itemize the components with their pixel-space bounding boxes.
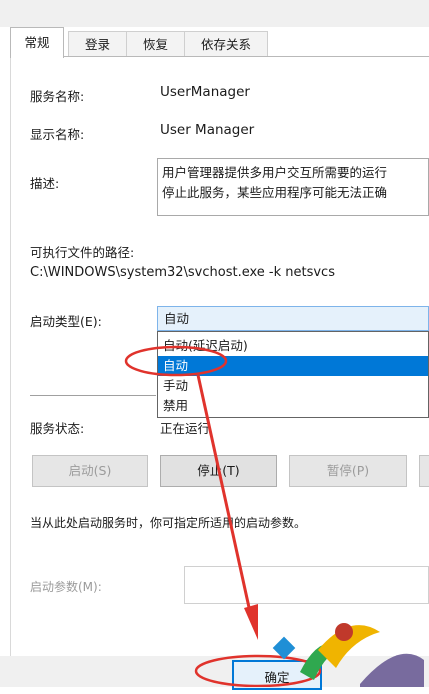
startup-option-auto-delayed[interactable]: 自动(延迟启动) [158,336,428,356]
tab-recovery[interactable]: 恢复 [126,31,185,57]
display-name-value: User Manager [160,122,255,138]
tab-dependencies[interactable]: 依存关系 [184,31,268,57]
description-line-2: 停止此服务，某些应用程序可能无法正确 [162,185,388,200]
startup-type-select[interactable]: 自动 [157,306,429,331]
pause-button[interactable]: 暂停(P) [289,455,407,487]
start-params-hint: 当从此处启动服务时，你可指定所适用的启动参数。 [30,516,307,530]
service-status-label: 服务状态: [30,421,85,436]
tab-general[interactable]: 常规 [10,27,64,58]
stop-button[interactable]: 停止(T) [160,455,277,487]
ok-button-label: 确定 [264,670,290,685]
tab-login[interactable]: 登录 [68,31,127,57]
exe-path-value: C:\WINDOWS\system32\svchost.exe -k netsv… [30,265,335,280]
display-name-label: 显示名称: [30,127,85,142]
dialog-footer [0,656,429,687]
exe-path-label: 可执行文件的路径: [30,245,135,260]
startup-type-dropdown-list: 自动(延迟启动) 自动 手动 禁用 [157,331,429,418]
service-status-value: 正在运行 [160,421,211,436]
start-params-label: 启动参数(M): [30,580,102,594]
service-name-label: 服务名称: [30,89,85,104]
startup-option-manual[interactable]: 手动 [158,376,428,396]
ok-button[interactable]: 确定 [232,660,322,690]
start-params-input[interactable] [184,566,429,604]
service-name-value: UserManager [160,84,250,100]
startup-option-disabled[interactable]: 禁用 [158,396,428,416]
start-button[interactable]: 启动(S) [32,455,148,487]
description-line-1: 用户管理器提供多用户交互所需要的运行 [162,165,388,180]
startup-type-label: 启动类型(E): [30,314,102,329]
description-textbox[interactable]: 用户管理器提供多用户交互所需要的运行 停止此服务，某些应用程序可能无法正确 [157,158,429,216]
startup-option-auto[interactable]: 自动 [158,356,428,376]
title-bar-strip [0,0,429,27]
description-label: 描述: [30,176,60,191]
resume-button-partial[interactable] [419,455,429,487]
section-divider [30,395,156,396]
startup-type-selected-value: 自动 [164,311,190,326]
